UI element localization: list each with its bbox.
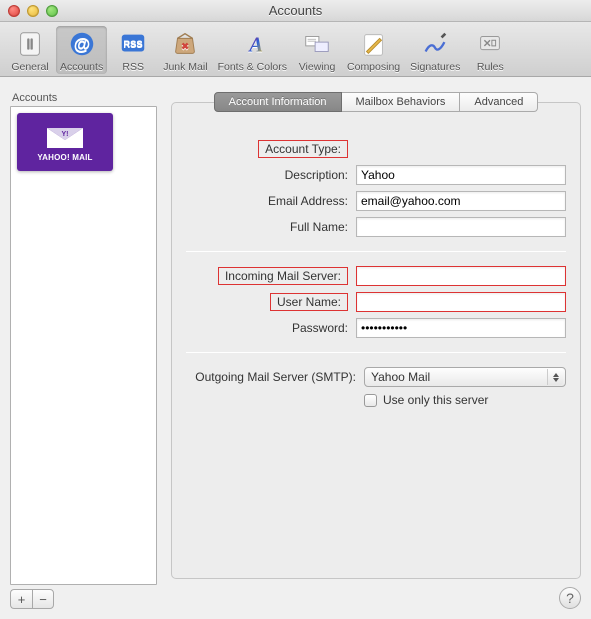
- incoming-server-input[interactable]: [356, 266, 566, 286]
- toolbar-label: Rules: [477, 61, 504, 73]
- toolbar-label: RSS: [122, 61, 144, 73]
- tabbar: Account Information Mailbox Behaviors Ad…: [171, 92, 581, 112]
- use-only-this-server-checkbox[interactable]: [364, 394, 377, 407]
- toolbar-general[interactable]: General: [6, 26, 54, 74]
- svg-text:✖: ✖: [181, 42, 189, 52]
- email-input[interactable]: [356, 191, 566, 211]
- email-label: Email Address:: [186, 194, 356, 208]
- window-title: Accounts: [0, 3, 591, 18]
- sidebar: Accounts Y! YAHOO! MAIL + −: [10, 92, 157, 609]
- divider: [186, 251, 566, 252]
- account-type-label: Account Type:: [258, 140, 348, 158]
- smtp-value: Yahoo Mail: [371, 370, 430, 384]
- rules-icon: [474, 28, 506, 60]
- tab-account-information[interactable]: Account Information: [214, 92, 342, 112]
- add-remove-controls: + −: [10, 589, 157, 609]
- toolbar-label: Fonts & Colors: [218, 61, 287, 73]
- smtp-select[interactable]: Yahoo Mail: [364, 367, 566, 387]
- user-name-label: User Name:: [270, 293, 348, 311]
- toolbar-label: General: [11, 61, 48, 73]
- description-label: Description:: [186, 168, 356, 182]
- panel: Account Type: Description: Email Address…: [171, 102, 581, 579]
- signature-icon: [419, 28, 451, 60]
- toolbar-signatures[interactable]: Signatures: [406, 26, 464, 74]
- toolbar-composing[interactable]: Composing: [343, 26, 404, 74]
- svg-text:Y!: Y!: [62, 131, 69, 138]
- toolbar: General @ Accounts RSS RSS ✖ Junk Mail A…: [0, 22, 591, 77]
- fonts-colors-icon: A: [236, 28, 268, 60]
- toolbar-fonts-colors[interactable]: A Fonts & Colors: [214, 26, 291, 74]
- full-name-input[interactable]: [356, 217, 566, 237]
- select-stepper-icon: [547, 369, 563, 385]
- composing-icon: [358, 28, 390, 60]
- junk-mail-icon: ✖: [169, 28, 201, 60]
- detail-pane: Account Type: Description: Email Address…: [157, 92, 581, 609]
- svg-text:@: @: [73, 35, 89, 54]
- remove-account-button[interactable]: −: [32, 589, 54, 609]
- password-label: Password:: [186, 321, 356, 335]
- incoming-server-label: Incoming Mail Server:: [218, 267, 348, 285]
- sidebar-title: Accounts: [10, 92, 157, 106]
- toolbar-label: Viewing: [299, 61, 336, 73]
- divider: [186, 352, 566, 353]
- toolbar-accounts[interactable]: @ Accounts: [56, 26, 107, 74]
- toolbar-label: Accounts: [60, 61, 103, 73]
- account-provider-label: YAHOO! MAIL: [37, 153, 92, 162]
- user-name-input[interactable]: [356, 292, 566, 312]
- toolbar-viewing[interactable]: Viewing: [293, 26, 341, 74]
- toolbar-rss[interactable]: RSS RSS: [109, 26, 157, 74]
- accounts-list[interactable]: Y! YAHOO! MAIL: [10, 106, 157, 585]
- titlebar: Accounts: [0, 0, 591, 22]
- add-account-button[interactable]: +: [10, 589, 32, 609]
- at-sign-icon: @: [66, 28, 98, 60]
- yahoo-mail-icon: Y! YAHOO! MAIL: [17, 113, 113, 171]
- toolbar-label: Composing: [347, 61, 400, 73]
- switch-icon: [14, 28, 46, 60]
- viewing-icon: [301, 28, 333, 60]
- content: Accounts Y! YAHOO! MAIL + − Account Type…: [10, 92, 581, 609]
- use-only-this-server-label: Use only this server: [383, 393, 488, 407]
- toolbar-rules[interactable]: Rules: [466, 26, 514, 74]
- tab-advanced[interactable]: Advanced: [460, 92, 538, 112]
- svg-text:RSS: RSS: [124, 39, 143, 49]
- full-name-label: Full Name:: [186, 220, 356, 234]
- description-input[interactable]: [356, 165, 566, 185]
- toolbar-label: Signatures: [410, 61, 460, 73]
- rss-icon: RSS: [117, 28, 149, 60]
- toolbar-label: Junk Mail: [163, 61, 207, 73]
- help-button[interactable]: ?: [559, 587, 581, 609]
- tab-mailbox-behaviors[interactable]: Mailbox Behaviors: [342, 92, 461, 112]
- list-item[interactable]: Y! YAHOO! MAIL: [11, 107, 156, 177]
- smtp-label: Outgoing Mail Server (SMTP):: [186, 370, 364, 384]
- toolbar-junk-mail[interactable]: ✖ Junk Mail: [159, 26, 211, 74]
- svg-text:A: A: [247, 35, 263, 57]
- password-input[interactable]: [356, 318, 566, 338]
